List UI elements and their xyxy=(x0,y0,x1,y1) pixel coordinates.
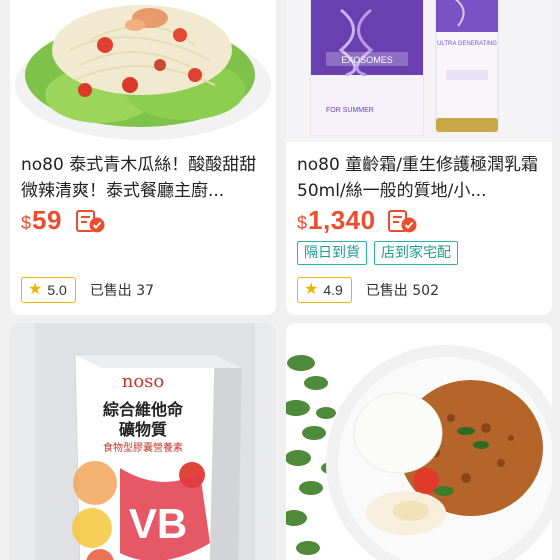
product-price: $ 59 xyxy=(21,205,62,236)
product-image[interactable]: EXOSOMES FOR SUMMER ULTRA GENERATING xyxy=(286,0,552,142)
box-sublabel: FOR SUMMER xyxy=(326,107,374,114)
shipping-tags: 隔日到貨 店到家宅配 xyxy=(297,241,458,265)
product-card[interactable]: noso 綜合維他命 礦物質 食物型膠囊營養素 VB xyxy=(10,323,276,560)
next-day-delivery-tag: 隔日到貨 xyxy=(297,241,367,265)
currency-symbol: $ xyxy=(21,213,32,233)
product-image[interactable]: noso 綜合維他命 礦物質 食物型膠囊營養素 VB xyxy=(10,323,276,560)
box-label: EXOSOMES xyxy=(341,55,393,65)
product-title[interactable]: no80 泰式青木瓜絲！酸酸甜甜微辣清爽！泰式餐廳主廚... xyxy=(21,152,269,204)
star-icon: ★ xyxy=(28,281,43,298)
installment-badge-icon xyxy=(388,210,417,233)
currency-symbol: $ xyxy=(297,213,308,233)
sold-count: 已售出 37 xyxy=(89,283,155,299)
box-title-2: 礦物質 xyxy=(119,420,167,439)
product-card[interactable] xyxy=(286,323,552,560)
product-image[interactable] xyxy=(10,0,276,142)
price-amount: 1,340 xyxy=(308,205,376,235)
sold-count: 已售出 502 xyxy=(365,283,439,299)
installment-badge-icon xyxy=(76,210,105,233)
product-image[interactable] xyxy=(286,323,552,560)
box-subtitle: 食物型膠囊營養素 xyxy=(103,441,183,454)
tube-label: ULTRA GENERATING xyxy=(437,41,497,47)
product-price: $ 1,340 xyxy=(297,205,376,236)
rating-badge: ★ 4.9 xyxy=(297,277,352,303)
star-icon: ★ xyxy=(304,281,319,298)
rating-badge: ★ 5.0 xyxy=(21,277,76,303)
rating-value: 4.9 xyxy=(323,282,343,298)
product-card[interactable]: no80 泰式青木瓜絲！酸酸甜甜微辣清爽！泰式餐廳主廚... $ 59 ★ 5.… xyxy=(10,0,276,315)
product-card[interactable]: EXOSOMES FOR SUMMER ULTRA GENERATING no8… xyxy=(286,0,552,315)
product-title[interactable]: no80 童齡霜/重生修護極潤乳霜 50ml/絲一般的質地/小... xyxy=(297,152,545,204)
rating-value: 5.0 xyxy=(47,282,67,298)
box-title-1: 綜合維他命 xyxy=(103,400,184,419)
brand-logo: noso xyxy=(122,371,165,392)
price-amount: 59 xyxy=(32,205,62,235)
home-delivery-tag: 店到家宅配 xyxy=(374,241,458,265)
box-badge: VB xyxy=(129,500,187,547)
